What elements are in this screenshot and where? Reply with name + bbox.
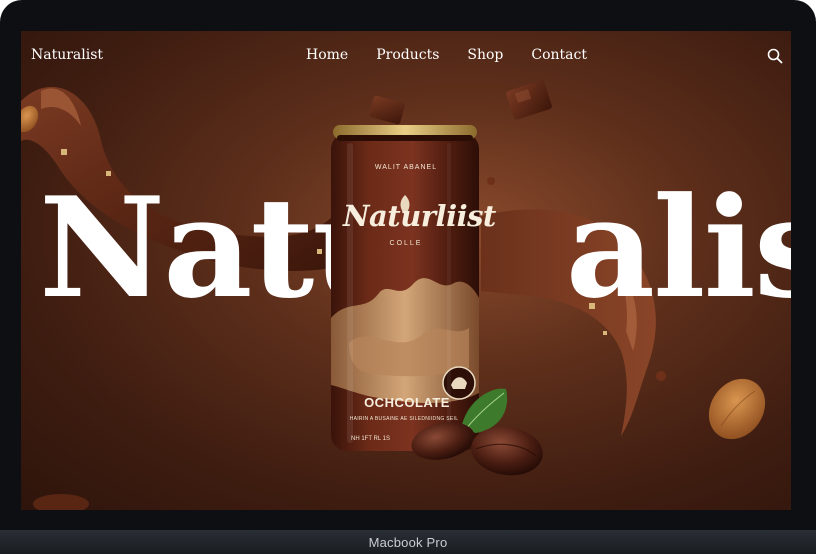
can-brand-name: Naturliist — [343, 199, 496, 233]
brand-logo[interactable]: Naturalist — [31, 47, 103, 63]
navbar: Naturalist Home Products Shop Contact — [21, 31, 791, 81]
nav-link-contact[interactable]: Contact — [531, 47, 587, 63]
can-flavor-label: OCHCOLATE — [364, 395, 450, 410]
can-tagline: WALIT ABANEL — [374, 164, 438, 171]
device-label: Macbook Pro — [368, 534, 448, 550]
can-fine-print: HAIRIN A BUSAINE AE SILEDNIIDNG SEIL — [349, 416, 459, 422]
chocolate-can-image — [331, 125, 479, 451]
nav-link-products[interactable]: Products — [376, 47, 439, 63]
can-fine-print-2: NH 1FT RL 1S — [351, 436, 391, 442]
nav-link-home[interactable]: Home — [306, 47, 348, 63]
laptop-chin: Macbook Pro — [0, 530, 816, 554]
can-subtitle: COLLE — [389, 240, 423, 247]
laptop-frame: Natualist — [0, 0, 816, 554]
search-icon[interactable] — [767, 48, 783, 64]
nav-link-shop[interactable]: Shop — [467, 47, 503, 63]
nav-menu: Home Products Shop Contact — [306, 47, 587, 63]
website-screen: Natualist — [21, 31, 791, 510]
